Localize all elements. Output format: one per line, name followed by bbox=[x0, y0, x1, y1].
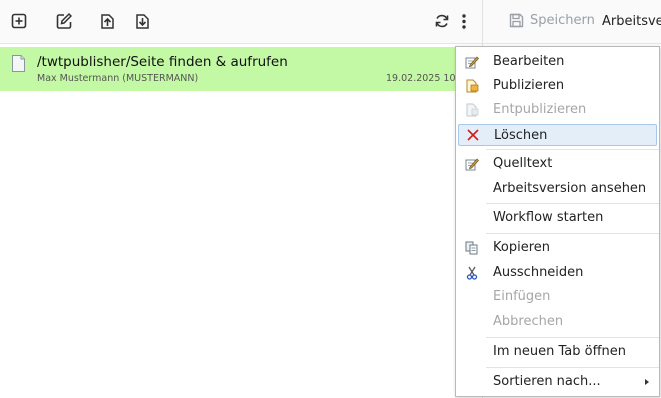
menu-item-arbeitsversion-ansehen[interactable]: Arbeitsversion ansehen bbox=[456, 178, 659, 200]
unpublish-icon bbox=[466, 103, 479, 117]
edit-icon[interactable] bbox=[56, 12, 72, 30]
menu-item-kopieren[interactable]: Kopieren bbox=[456, 237, 659, 259]
menu-item-entpublizieren: Entpublizieren bbox=[456, 99, 659, 121]
download-icon[interactable] bbox=[134, 12, 150, 30]
editor-header: Speichern Arbeitsversion bbox=[482, 0, 661, 44]
document-title: /twtpublisher/Seite finden & aufrufen bbox=[37, 54, 288, 70]
menu-separator bbox=[486, 203, 659, 204]
menu-item-publizieren[interactable]: Publizieren bbox=[456, 75, 659, 97]
menu-item-loeschen[interactable]: Löschen bbox=[458, 124, 657, 146]
menu-item-bearbeiten[interactable]: Bearbeiten bbox=[456, 51, 659, 73]
menu-item-quelltext[interactable]: Quelltext bbox=[456, 153, 659, 175]
menu-item-einfuegen: Einfügen bbox=[493, 289, 551, 304]
add-icon[interactable] bbox=[11, 12, 27, 30]
scissors-icon bbox=[466, 266, 478, 280]
menu-item-sortieren-nach[interactable]: Sortieren nach... bbox=[456, 371, 659, 393]
upload-icon[interactable] bbox=[99, 12, 115, 30]
chevron-right-icon bbox=[645, 379, 649, 385]
document-row[interactable]: /twtpublisher/Seite finden & aufrufen Ma… bbox=[0, 47, 482, 91]
menu-item-workflow-starten[interactable]: Workflow starten bbox=[456, 207, 659, 229]
toolbar bbox=[0, 0, 482, 44]
context-menu: Bearbeiten Publizieren Entpublizieren Lö… bbox=[455, 46, 660, 397]
menu-separator bbox=[486, 337, 659, 338]
menu-item-abbrechen: Abbrechen bbox=[493, 314, 564, 329]
menu-separator bbox=[486, 367, 659, 368]
delete-x-icon bbox=[467, 129, 479, 141]
more-vertical-icon[interactable] bbox=[456, 12, 470, 30]
copy-icon bbox=[465, 241, 478, 255]
save-icon bbox=[509, 13, 524, 28]
publish-icon bbox=[466, 79, 479, 93]
menu-separator bbox=[486, 149, 659, 150]
document-icon bbox=[12, 55, 25, 72]
save-label: Speichern bbox=[530, 13, 595, 28]
menu-item-ausschneiden[interactable]: Ausschneiden bbox=[456, 262, 659, 284]
save-button[interactable]: Speichern bbox=[509, 13, 595, 28]
source-edit-icon bbox=[465, 158, 479, 171]
document-date: 19.02.2025 10: bbox=[386, 73, 459, 84]
edit-pencil-icon bbox=[465, 56, 479, 69]
menu-item-im-neuen-tab-oeffnen[interactable]: Im neuen Tab öffnen bbox=[456, 341, 659, 363]
document-author: Max Mustermann (MUSTERMANN) bbox=[37, 73, 199, 84]
workversion-tab[interactable]: Arbeitsversion bbox=[602, 14, 661, 29]
refresh-icon[interactable] bbox=[434, 12, 450, 30]
menu-separator bbox=[486, 233, 659, 234]
